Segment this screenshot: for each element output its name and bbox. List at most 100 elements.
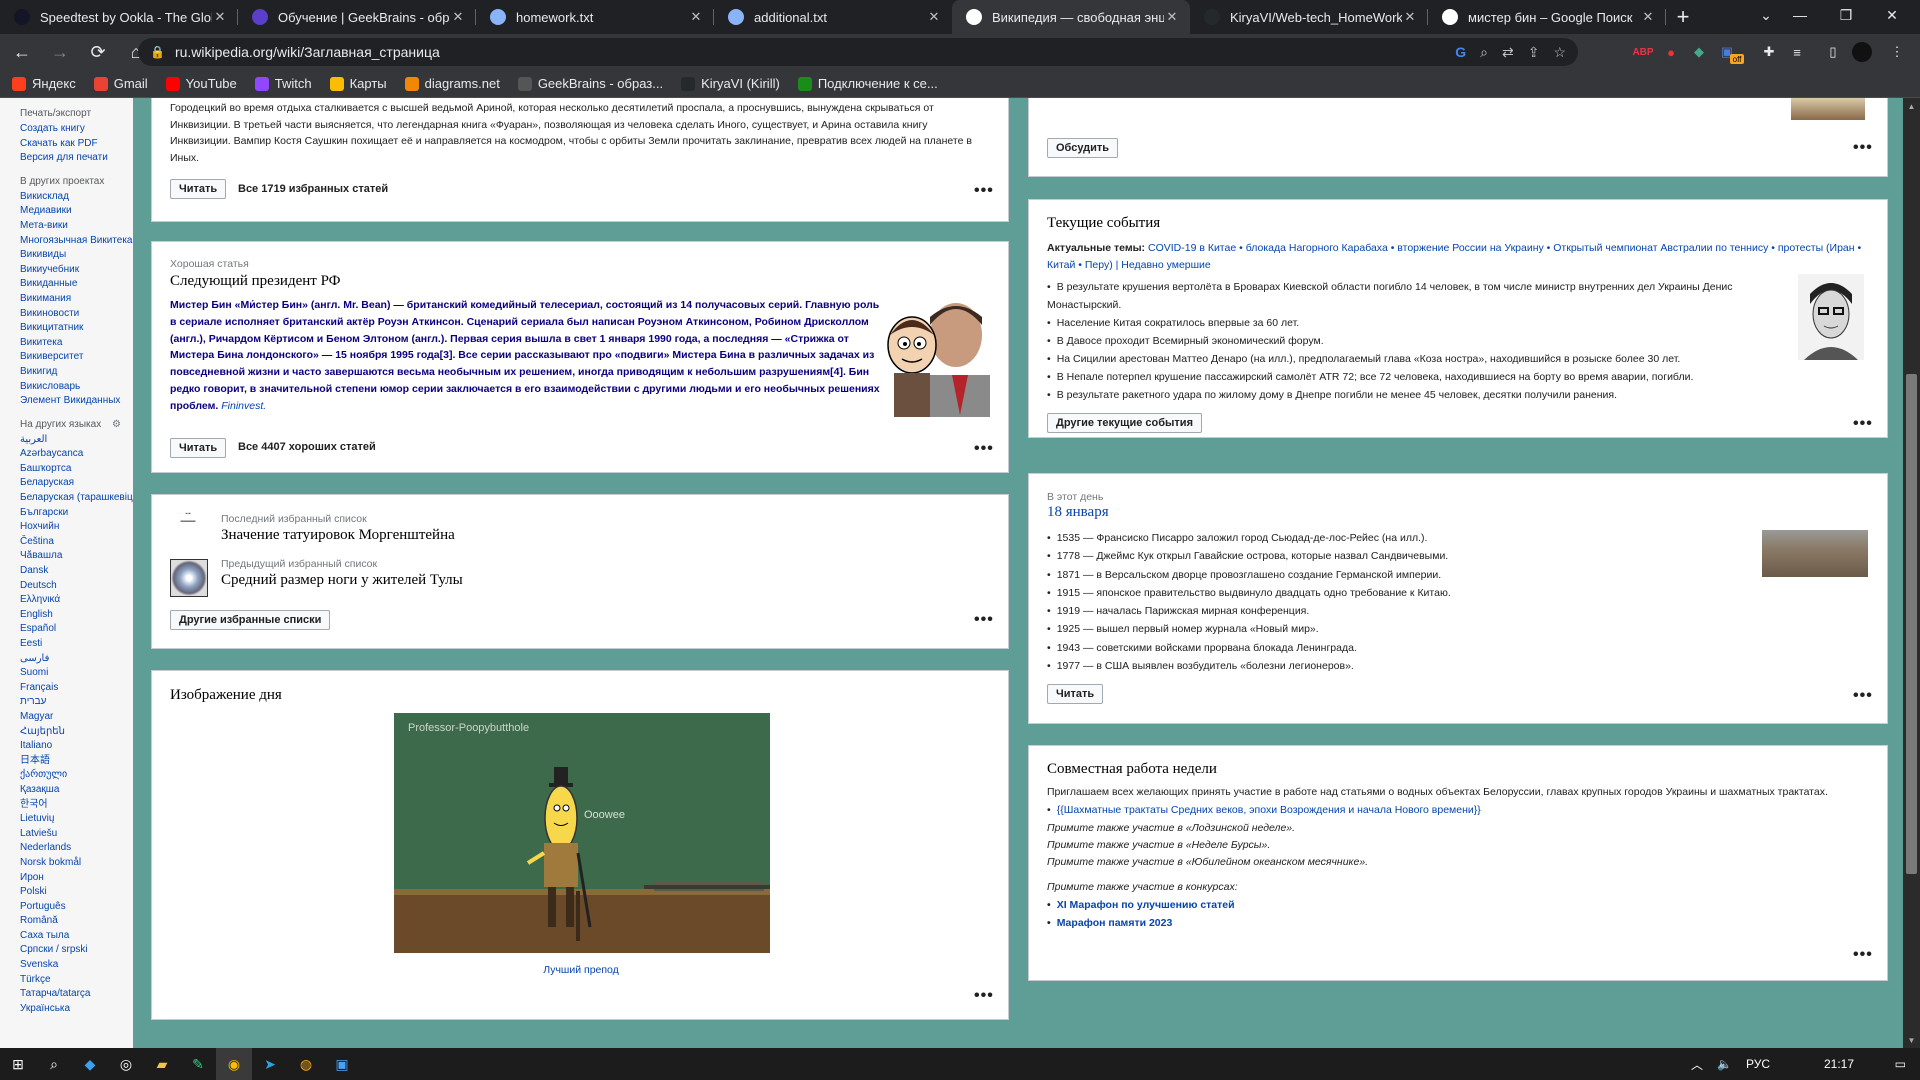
- tab-2[interactable]: homework.txt ✕: [476, 0, 714, 34]
- sidebar-print-link[interactable]: Создать книгу: [20, 122, 133, 137]
- translate-icon[interactable]: ⇄: [1502, 44, 1514, 61]
- sidebar-language-link[interactable]: Lietuvių: [20, 812, 133, 827]
- tab-4[interactable]: Википедия — свободная энцик ✕: [952, 0, 1190, 34]
- sidebar-language-link[interactable]: English: [20, 608, 133, 623]
- sidebar-language-link[interactable]: Latviešu: [20, 827, 133, 842]
- windows-start-icon[interactable]: ⊞: [0, 1048, 36, 1080]
- bookmark-4[interactable]: Карты: [329, 76, 387, 91]
- collab-also-text[interactable]: Примите также участие в «Юбилейном океан…: [1047, 856, 1368, 868]
- sidebar-project-link[interactable]: Медиавики: [20, 204, 133, 219]
- bookmark-5[interactable]: diagrams.net: [404, 76, 500, 91]
- good-read-button[interactable]: Читать: [170, 438, 227, 458]
- sidebar-language-link[interactable]: Ирон: [20, 871, 133, 886]
- sidebar-language-link[interactable]: Српски / srpski: [20, 943, 133, 958]
- google-lens-icon[interactable]: G: [1455, 44, 1466, 60]
- tab-close-icon[interactable]: ✕: [450, 9, 466, 25]
- extensions-puzzle-icon[interactable]: ✚: [1758, 38, 1780, 66]
- sidebar-language-link[interactable]: Татарча/tatarça: [20, 987, 133, 1002]
- extension-red-icon[interactable]: ●: [1660, 38, 1682, 66]
- sidebar-project-link[interactable]: Викисловарь: [20, 380, 133, 395]
- current-more-icon[interactable]: •••: [1853, 415, 1873, 433]
- tray-chevron-icon[interactable]: ︿: [1691, 1056, 1703, 1073]
- volume-icon[interactable]: 🔈: [1717, 1057, 1732, 1071]
- profile-avatar[interactable]: [1852, 42, 1872, 62]
- sidebar-language-link[interactable]: ქართული: [20, 768, 133, 783]
- sidebar-language-link[interactable]: Саха тыла: [20, 929, 133, 944]
- collab-more-icon[interactable]: •••: [1853, 946, 1873, 964]
- sidebar-language-link[interactable]: Suomi: [20, 666, 133, 681]
- good-link[interactable]: Fininvest.: [221, 400, 266, 412]
- collab-sub[interactable]: {{Шахматные трактаты Средних веков, эпох…: [1047, 801, 1867, 819]
- good-more-icon[interactable]: •••: [974, 440, 994, 458]
- sidebar-language-link[interactable]: Български: [20, 506, 133, 521]
- sidebar-print-link[interactable]: Скачать как PDF: [20, 137, 133, 152]
- close-window-icon[interactable]: ✕: [1869, 0, 1915, 30]
- featured-more-icon[interactable]: •••: [974, 182, 994, 200]
- sidebar-language-link[interactable]: العربية: [20, 433, 133, 448]
- sidebar-language-link[interactable]: Қазақша: [20, 783, 133, 798]
- sidebar-language-link[interactable]: Français: [20, 681, 133, 696]
- sidebar-language-link[interactable]: Türkçe: [20, 973, 133, 988]
- sidebar-language-link[interactable]: Беларуская (тарашкевіца): [20, 491, 133, 506]
- tray-lang[interactable]: РУС: [1746, 1057, 1770, 1071]
- sidebar-language-link[interactable]: Հայերեն: [20, 725, 133, 740]
- bookmark-star-icon[interactable]: ☆: [1553, 44, 1566, 61]
- media-control-icon[interactable]: ≡: [1786, 38, 1808, 66]
- yandex-browser-icon[interactable]: ◍: [288, 1048, 324, 1080]
- sidebar-language-link[interactable]: Azərbaycanca: [20, 447, 133, 462]
- sidebar-language-link[interactable]: Башҡортса: [20, 462, 133, 477]
- bookmark-2[interactable]: YouTube: [165, 76, 237, 91]
- sidebar-project-link[interactable]: Викиновости: [20, 307, 133, 322]
- tab-3[interactable]: additional.txt ✕: [714, 0, 952, 34]
- sidebar-language-link[interactable]: Español: [20, 622, 133, 637]
- bookmark-7[interactable]: KiryaVI (Kirill): [681, 76, 780, 91]
- good-title[interactable]: Следующий президент РФ: [170, 273, 341, 290]
- sidebar-language-link[interactable]: Magyar: [20, 710, 133, 725]
- sidebar-print-link[interactable]: Версия для печати: [20, 151, 133, 166]
- sidebar-language-link[interactable]: Чӑвашла: [20, 549, 133, 564]
- denaro-photo[interactable]: [1798, 274, 1864, 360]
- sidebar-project-link[interactable]: Викиданные: [20, 277, 133, 292]
- address-bar[interactable]: 🔒 ru.wikipedia.org/wiki/Заглавная_страни…: [138, 38, 1578, 66]
- app-window-icon[interactable]: ▣: [324, 1048, 360, 1080]
- bookmark-0[interactable]: Яндекс: [12, 76, 76, 91]
- sidebar-project-link[interactable]: Викитека: [20, 336, 133, 351]
- otd-read-button[interactable]: Читать: [1047, 684, 1104, 704]
- back-icon[interactable]: ←: [6, 36, 38, 68]
- discuss-more-icon[interactable]: •••: [1853, 139, 1873, 157]
- telegram-icon[interactable]: ➤: [252, 1048, 288, 1080]
- sidebar-project-link[interactable]: Многоязычная Викитека: [20, 234, 133, 249]
- collab-also-text[interactable]: Примите также участие в «Неделе Бурсы».: [1047, 839, 1270, 851]
- featured-all-link[interactable]: Все 1719 избранных статей: [238, 183, 388, 195]
- bookmark-6[interactable]: GeekBrains - образ...: [517, 76, 663, 91]
- potd-caption[interactable]: Лучший препод: [152, 964, 1010, 976]
- adblock-icon[interactable]: ABP: [1632, 38, 1654, 66]
- tab-close-icon[interactable]: ✕: [1402, 9, 1418, 25]
- discuss-button[interactable]: Обсудить: [1047, 138, 1119, 158]
- sidebar-language-link[interactable]: Čeština: [20, 535, 133, 550]
- reload-icon[interactable]: ⟳: [82, 36, 114, 68]
- sidebar-project-link[interactable]: Викицитатник: [20, 321, 133, 336]
- other-current-button[interactable]: Другие текущие события: [1047, 413, 1202, 433]
- sidebar-language-link[interactable]: 日本語: [20, 754, 133, 769]
- other-lists-button[interactable]: Другие избранные списки: [170, 610, 331, 630]
- collab-also-text[interactable]: Примите также участие в «Лодзинской неде…: [1047, 822, 1295, 834]
- sidebar-language-link[interactable]: Norsk bokmål: [20, 856, 133, 871]
- sidebar-project-link[interactable]: Викимания: [20, 292, 133, 307]
- scrollbar-thumb[interactable]: [1906, 374, 1917, 874]
- tray-time[interactable]: 21:17: [1824, 1057, 1854, 1071]
- tab-close-icon[interactable]: ✕: [688, 9, 704, 25]
- lists-more-icon[interactable]: •••: [974, 611, 994, 629]
- tab-close-icon[interactable]: ✕: [1640, 9, 1656, 25]
- sidebar-language-link[interactable]: Português: [20, 900, 133, 915]
- forward-icon[interactable]: →: [44, 36, 76, 68]
- sidebar-language-link[interactable]: Eesti: [20, 637, 133, 652]
- discuss-thumb[interactable]: [1791, 98, 1865, 120]
- otd-date[interactable]: 18 января: [1047, 504, 1109, 521]
- side-panel-icon[interactable]: ▯: [1822, 38, 1844, 66]
- tab-1[interactable]: Обучение | GeekBrains - образ ✕: [238, 0, 476, 34]
- github-desktop-icon[interactable]: ◎: [108, 1048, 144, 1080]
- last-list-title[interactable]: Значение татуировок Моргенштейна: [221, 527, 455, 544]
- bookmark-1[interactable]: Gmail: [93, 76, 148, 91]
- file-explorer-icon[interactable]: ▰: [144, 1048, 180, 1080]
